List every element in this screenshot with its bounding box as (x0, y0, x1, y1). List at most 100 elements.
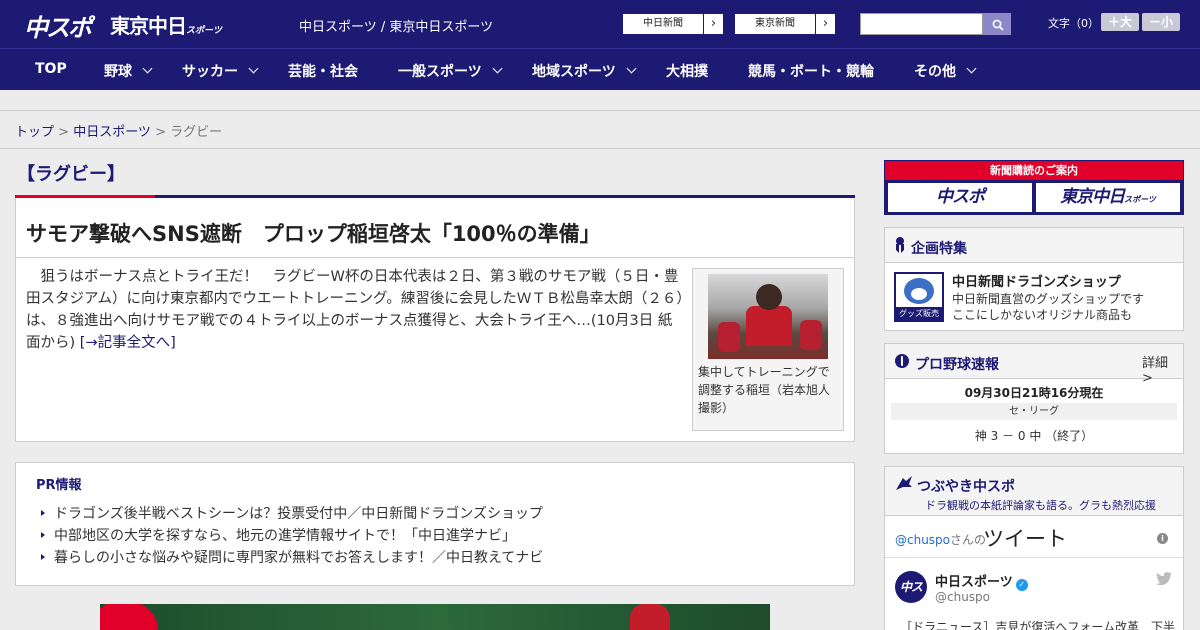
ribbon-icon (896, 237, 904, 253)
nav-item-general-sports[interactable]: 一般スポーツ (398, 61, 503, 81)
nav-item-label: TOP (35, 61, 67, 77)
nav-item-label: サッカー (182, 64, 238, 80)
tokyo-chunichi-logo[interactable]: 東京中日スポーツ (110, 10, 222, 39)
nav-item-baseball[interactable]: 野球 (104, 61, 153, 81)
subscribe-btn-small: スポーツ (1124, 195, 1156, 204)
ext-link-label: 東京新聞 (755, 18, 795, 29)
shop-description: 中日新聞直営のグッズショップです ここにしかないオリジナル商品も (952, 291, 1144, 323)
twitter-subtitle: ドラ観戦の本紙評論家も語る。グラも熱烈応援 (925, 499, 1156, 512)
pr-item[interactable]: ドラゴンズ後半戦ベストシーンは？投票受付中／中日新聞ドラゴンズショップ (41, 503, 543, 523)
tokyo-shimbun-link[interactable]: 東京新聞 › (734, 13, 836, 35)
breadcrumb-separator: > (150, 125, 171, 140)
dragons-shop-thumbnail[interactable]: グッズ販売中 (894, 272, 944, 322)
photo-figure (718, 322, 740, 352)
subscribe-chuspo-button[interactable]: 中スポ (888, 183, 1032, 212)
shop-name-link[interactable]: 中日新聞ドラゴンズショップ (952, 271, 1121, 290)
divider (0, 110, 1200, 111)
feature-box: 企画特集 グッズ販売中 中日新聞ドラゴンズショップ 中日新聞直営のグッズショップ… (884, 227, 1184, 331)
pr-item[interactable]: 暮らしの小さな悩みや疑問に専門家が無料でお答えします！／中日教えてナビ (41, 547, 543, 567)
baseball-title: プロ野球速報 (915, 357, 999, 373)
divider (0, 148, 1200, 149)
chunichi-shimbun-link[interactable]: 中日新聞 › (622, 13, 724, 35)
feature-title: 企画特集 (911, 241, 967, 257)
nav-item-soccer[interactable]: サッカー (182, 61, 259, 81)
nav-item-entertainment[interactable]: 芸能・社会 (288, 61, 358, 81)
feature-header: 企画特集 (885, 228, 1183, 263)
article-card: サモア撃破へSNS遮断 プロップ稲垣啓太「100％の準備」 狙うはボーナス点とト… (15, 198, 855, 442)
site-title[interactable]: 中日スポーツ / 東京中日スポーツ (299, 16, 493, 35)
top-header: 中スポ 東京中日スポーツ 中日スポーツ / 東京中日スポーツ 中日新聞 › 東京… (0, 0, 1200, 48)
baseball-detail-link[interactable]: 詳細 > (1142, 352, 1183, 386)
nav-item-label: 一般スポーツ (398, 64, 482, 80)
search-icon (992, 19, 1004, 31)
chevron-down-icon (248, 63, 259, 74)
chevron-down-icon (626, 63, 637, 74)
bird-icon (896, 476, 912, 490)
article-photo-box: 集中してトレーニングで調整する稲垣（岩本旭人撮影） (692, 268, 844, 431)
twitter-header: つぶやき中スポ ドラ観戦の本紙評論家も語る。グラも熱烈応援 (885, 467, 1183, 516)
tweet-text: ［ドラニュース］吉見が復活へフォーム改革 下半 (900, 620, 1176, 630)
photo-figure (800, 320, 822, 350)
nav-item-label: 地域スポーツ (532, 64, 616, 80)
nav-item-label: 芸能・社会 (288, 64, 358, 80)
baseball-header: プロ野球速報 詳細 > (885, 344, 1183, 386)
nav-item-top[interactable]: TOP (35, 61, 67, 77)
tweets-handle-link[interactable]: @chuspo (895, 533, 950, 547)
nav-item-racing[interactable]: 競馬・ボート・競輪 (748, 61, 874, 81)
account-name-text: 中日スポーツ (935, 575, 1013, 590)
category-heading: 【ラグビー】 (17, 164, 125, 185)
tweet-account-name[interactable]: 中日スポーツ ✓ (935, 571, 1028, 591)
breadcrumb-separator: > (54, 125, 74, 140)
game-score[interactable]: 神 3 － 0 中 （終了） (885, 427, 1183, 444)
subscribe-btn-text: 東京中日 (1060, 187, 1125, 207)
nav-item-label: 大相撲 (666, 64, 708, 80)
twitter-bird-icon[interactable] (1156, 572, 1172, 585)
breadcrumb-section[interactable]: 中日スポーツ (73, 125, 151, 140)
info-icon[interactable]: i (1157, 533, 1168, 544)
subscription-heading: 新聞購読のご案内 (885, 161, 1183, 180)
nav-item-other[interactable]: その他 (914, 61, 977, 81)
mascot-image (904, 278, 934, 304)
photo-figure (746, 306, 792, 346)
photo-figure (756, 284, 782, 310)
verified-icon: ✓ (1015, 579, 1028, 591)
breadcrumb-home[interactable]: トップ (15, 125, 54, 140)
tweets-handle: @chuspoさんの (895, 531, 986, 548)
baseball-icon (895, 354, 909, 368)
promo-banner[interactable] (100, 604, 770, 630)
breadcrumb-current: ラグビー (170, 125, 223, 140)
tweets-header: @chuspoさんの ツイート i (885, 516, 1183, 558)
nav-item-label: その他 (914, 64, 956, 80)
tweet-account-user[interactable]: @chuspo (935, 590, 990, 604)
league-label: セ・リーグ (891, 403, 1177, 420)
shop-desc-line: ここにしかないオリジナル商品も (952, 308, 1133, 322)
avatar[interactable]: 中スポ (895, 571, 927, 626)
banner-player (630, 604, 670, 630)
subscribe-tokyo-chunichi-button[interactable]: 東京中日スポーツ (1036, 183, 1180, 212)
chevron-right-icon: › (815, 14, 835, 34)
font-decrease-button[interactable]: －小 (1142, 13, 1180, 31)
tokyo-chunichi-logo-text: 東京中日 (110, 14, 187, 38)
chevron-down-icon (966, 63, 977, 74)
pr-item[interactable]: 中部地区の大学を探すなら、地元の進学情報サイトで！「中日進学ナビ」 (41, 525, 516, 545)
nav-item-sumo[interactable]: 大相撲 (666, 61, 708, 81)
chevron-down-icon (142, 63, 153, 74)
article-title[interactable]: サモア撃破へSNS遮断 プロップ稲垣啓太「100％の準備」 (26, 218, 601, 248)
divider (16, 257, 854, 258)
nav-item-local-sports[interactable]: 地域スポーツ (532, 61, 637, 81)
banner-red-shape (100, 604, 158, 630)
search-input[interactable] (860, 13, 983, 35)
shop-tag: グッズ販売中 (896, 307, 942, 320)
article-lead: 狙うはボーナス点とトライ王だ！ ラグビーW杯の日本代表は２日、第３戦のサモア戦（… (26, 266, 686, 354)
read-more-link[interactable]: [→記事全文へ] (80, 335, 176, 351)
article-photo[interactable] (708, 274, 828, 359)
main-nav: TOP 野球 サッカー 芸能・社会 一般スポーツ 地域スポーツ 大相撲 競馬・ボ… (0, 48, 1200, 90)
twitter-box: つぶやき中スポ ドラ観戦の本紙評論家も語る。グラも熱烈応援 @chuspoさんの… (884, 466, 1184, 630)
chuspo-logo[interactable]: 中スポ (24, 8, 92, 43)
font-increase-button[interactable]: ＋大 (1101, 13, 1139, 31)
score-timestamp: 09月30日21時16分現在 (964, 386, 1104, 400)
subscription-box: 新聞購読のご案内 中スポ 東京中日スポーツ (884, 160, 1184, 215)
search-button[interactable] (983, 13, 1011, 35)
nav-item-label: 野球 (104, 64, 132, 80)
font-size-label: 文字（0） (1048, 17, 1099, 30)
